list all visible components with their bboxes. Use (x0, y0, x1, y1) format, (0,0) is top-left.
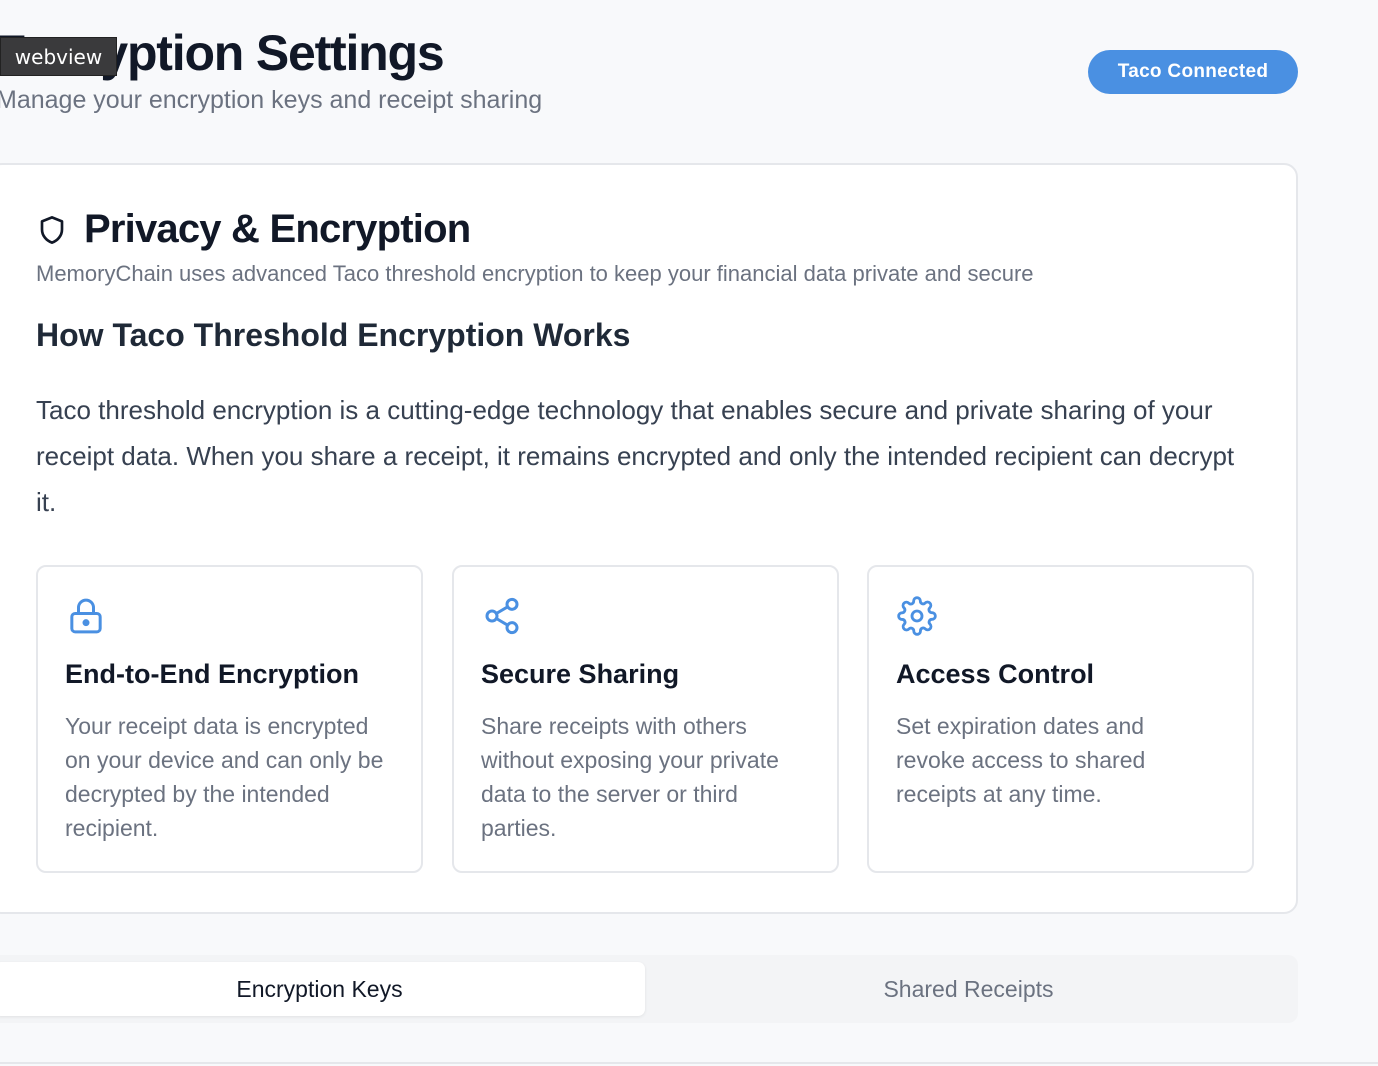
feature-card-secure-sharing: Secure Sharing Share receipts with other… (452, 565, 839, 873)
card-title: Privacy & Encryption (84, 207, 471, 251)
feature-card-access-control: Access Control Set expiration dates and … (867, 565, 1254, 873)
feature-body: Share receipts with others without expos… (481, 713, 779, 841)
gear-icon (897, 596, 937, 636)
feature-body: Set expiration dates and revoke access t… (896, 713, 1146, 807)
feature-title: Secure Sharing (481, 659, 680, 689)
tab-shared-receipts[interactable]: Shared Receipts (645, 962, 1292, 1016)
privacy-encryption-card: Privacy & Encryption MemoryChain uses ad… (0, 163, 1298, 914)
settings-tabs: Encryption Keys Shared Receipts (0, 955, 1298, 1023)
divider (0, 1062, 1378, 1064)
card-title-row: Privacy & Encryption (36, 207, 471, 252)
shield-icon (40, 215, 64, 244)
feature-body: Your receipt data is encrypted on your d… (65, 713, 384, 841)
encryption-settings-page: Encryption Settings Manage your encrypti… (0, 0, 1378, 1066)
section-heading: How Taco Threshold Encryption Works (36, 317, 631, 353)
tab-encryption-keys[interactable]: Encryption Keys (0, 962, 645, 1016)
taco-status-badge: Taco Connected (1088, 50, 1298, 94)
lock-icon (70, 598, 102, 634)
card-description: MemoryChain uses advanced Taco threshold… (36, 261, 1034, 286)
webview-label: webview (0, 37, 117, 76)
feature-title: End-to-End Encryption (65, 659, 359, 689)
share-icon (485, 597, 519, 635)
feature-card-end-to-end-encryption: End-to-End Encryption Your receipt data … (36, 565, 423, 873)
section-body: Taco threshold encryption is a cutting-e… (36, 395, 1235, 517)
feature-title: Access Control (896, 659, 1095, 689)
page-subtitle: Manage your encryption keys and receipt … (0, 86, 543, 114)
